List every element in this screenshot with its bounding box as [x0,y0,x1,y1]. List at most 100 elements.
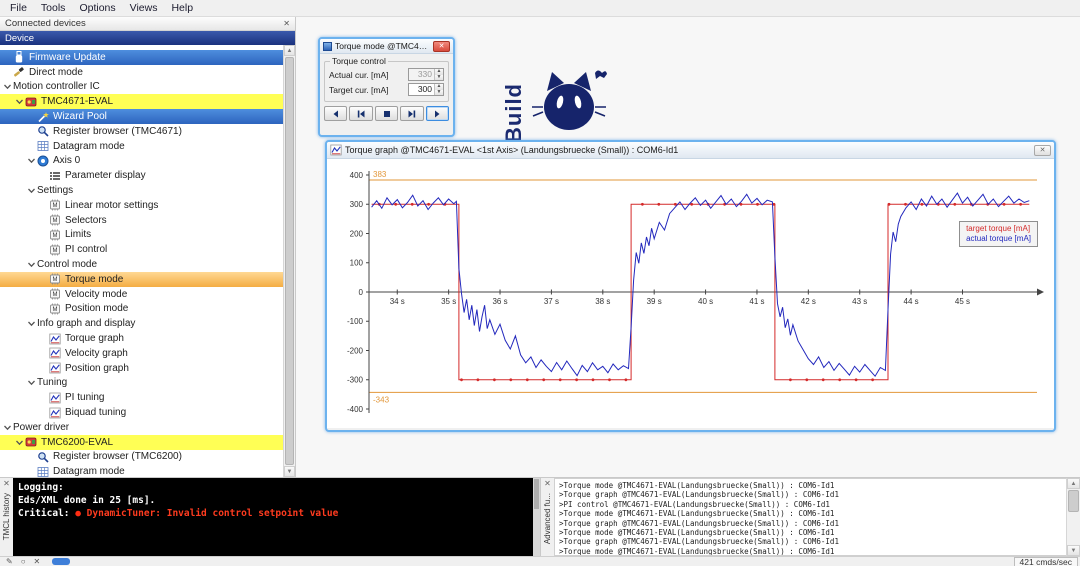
command-log-line: >Torque graph @TMC4671-EVAL(Landungsbrue… [559,518,839,528]
tree-item-info-graph-and-display[interactable]: Info graph and display [0,316,283,331]
target-current-value[interactable]: 300 [409,84,434,95]
log-line: Critical: ● DynamicTuner: Invalid contro… [18,508,339,519]
tree-item-datagram-mode[interactable]: Datagram mode [0,139,283,154]
logging-console-scrollbar[interactable] [533,478,540,556]
tree-item-limits[interactable]: M Limits [0,228,283,243]
tree-scrollbar[interactable]: ▲ ▼ [283,45,295,477]
close-icon[interactable]: ✕ [433,40,450,52]
tree-item-tmc4671-eval[interactable]: TMC4671-EVAL [0,94,283,110]
tree-item-tmc6200-eval[interactable]: TMC6200-EVAL [0,434,283,450]
svg-text:45 s: 45 s [955,297,970,306]
menu-help[interactable]: Help [164,1,200,15]
tree-item-linear-motor-settings[interactable]: M Linear motor settings [0,198,283,213]
tree-item-pi-tuning[interactable]: PI tuning [0,390,283,405]
tree-item-motion-controller-ic[interactable]: Motion controller IC [0,80,283,95]
list-icon [49,170,61,182]
torque-window-titlebar[interactable]: Torque mode @TMC4671-E... ✕ [320,39,453,54]
tree-item-selectors[interactable]: M Selectors [0,213,283,228]
tree-item-control-mode[interactable]: Control mode [0,257,283,272]
graph-window-titlebar[interactable]: Torque graph @TMC4671-EVAL <1st Axis> (L… [327,142,1054,159]
close-icon[interactable]: ✕ [3,480,10,488]
command-log-scrollbar[interactable]: ▲ ▼ [1066,478,1080,556]
tree-item-tuning[interactable]: Tuning [0,376,283,391]
chevron-down-icon[interactable] [14,97,25,106]
tree-item-label: Direct mode [29,66,83,78]
command-log-console[interactable]: >Torque mode @TMC4671-EVAL(Landungsbruec… [554,478,1080,556]
tree-item-label: Datagram mode [53,466,125,477]
tree-item-pi-control[interactable]: M PI control [0,242,283,257]
edit-icon[interactable]: ✎ [6,557,13,566]
chevron-down-icon[interactable] [2,82,13,91]
tree-item-register-browser-tmc4671[interactable]: Register browser (TMC4671) [0,124,283,139]
chevron-down-icon[interactable] [26,319,37,328]
tree-item-label: Register browser (TMC6200) [53,451,182,463]
tmcl-history-tabstrip: ✕ TMCL history [0,478,13,556]
svg-text:M: M [53,278,58,284]
chevron-down-icon[interactable] [26,260,37,269]
svg-text:44 s: 44 s [904,297,919,306]
tree-item-biquad-tuning[interactable]: Biquad tuning [0,405,283,420]
chevron-down-icon[interactable] [2,423,13,432]
target-current-spinbox[interactable]: 300 ▲ ▼ [408,83,444,96]
tree-item-parameter-display[interactable]: Parameter display [0,168,283,183]
datagram-icon [37,140,49,152]
tree-item-direct-mode[interactable]: Direct mode [0,65,283,80]
torque-graph-window[interactable]: Torque graph @TMC4671-EVAL <1st Axis> (L… [325,140,1056,432]
window-close-icon[interactable]: ✕ [1034,144,1051,156]
skip-end-button[interactable] [400,106,424,121]
menu-file[interactable]: File [3,1,34,15]
chevron-down-icon[interactable] [26,156,37,165]
record-icon[interactable]: ○ [21,557,26,566]
scroll-down-icon[interactable]: ▼ [1067,545,1080,556]
step-back-button[interactable] [324,106,348,121]
tree-item-position-graph[interactable]: Position graph [0,361,283,376]
tree-item-torque-mode[interactable]: M Torque mode [0,271,283,287]
tree-item-firmware-update[interactable]: Firmware Update [0,50,283,65]
skip-start-button[interactable] [349,106,373,121]
connected-devices-panel: Connected devices ✕ Device Firmware Upda… [0,17,296,477]
menu-tools[interactable]: Tools [34,1,73,15]
tree-item-torque-graph[interactable]: Torque graph [0,331,283,346]
tree-item-label: Parameter display [65,170,146,182]
stop-button[interactable] [374,106,399,121]
svg-text:41 s: 41 s [749,297,764,306]
svg-text:-343: -343 [373,395,390,404]
tree-item-wizard-pool[interactable]: Wizard Pool [0,109,283,124]
tree-item-velocity-graph[interactable]: Velocity graph [0,346,283,361]
svg-text:383: 383 [373,170,387,179]
magnifier-icon [37,125,49,137]
chevron-down-icon[interactable] [14,438,25,447]
svg-text:M: M [53,292,58,298]
menu-options[interactable]: Options [72,1,122,15]
axis-icon [37,155,49,167]
torque-mode-window[interactable]: Torque mode @TMC4671-E... ✕ Torque contr… [318,37,455,137]
close-icon[interactable]: ✕ [34,557,41,566]
tree-item-register-browser-tmc6200[interactable]: Register browser (TMC6200) [0,450,283,465]
spinner-arrows-icon[interactable]: ▲ ▼ [434,84,443,95]
device-header-label: Device [5,32,35,44]
tab-advanced-functions[interactable]: Advanced fu... [543,493,552,544]
scroll-up-icon[interactable]: ▲ [1067,478,1080,489]
tree-item-datagram-mode[interactable]: Datagram mode [0,464,283,477]
close-icon[interactable]: ✕ [544,480,551,488]
chevron-down-icon[interactable] [26,186,37,195]
play-button[interactable] [425,106,450,121]
scrollbar-thumb[interactable] [285,57,294,465]
svg-text:43 s: 43 s [852,297,867,306]
tree-item-axis-0[interactable]: Axis 0 [0,154,283,169]
close-icon[interactable]: ✕ [283,19,290,28]
direct-icon [13,66,25,78]
logging-console[interactable]: Logging: Eds/XML done in 25 [ms]. Critical… [13,478,540,556]
device-header[interactable]: Device [0,31,295,45]
tab-tmcl-history[interactable]: TMCL history [2,493,11,540]
scroll-down-icon[interactable]: ▼ [284,466,295,477]
tree-item-label: Velocity graph [65,347,128,359]
tree-item-velocity-mode[interactable]: M Velocity mode [0,287,283,302]
scroll-up-icon[interactable]: ▲ [284,45,295,56]
menu-views[interactable]: Views [123,1,165,15]
tree-item-power-driver[interactable]: Power driver [0,420,283,435]
tree-item-position-mode[interactable]: M Position mode [0,302,283,317]
chevron-down-icon[interactable] [26,378,37,387]
scrollbar-thumb[interactable] [1068,490,1079,512]
tree-item-settings[interactable]: Settings [0,183,283,198]
